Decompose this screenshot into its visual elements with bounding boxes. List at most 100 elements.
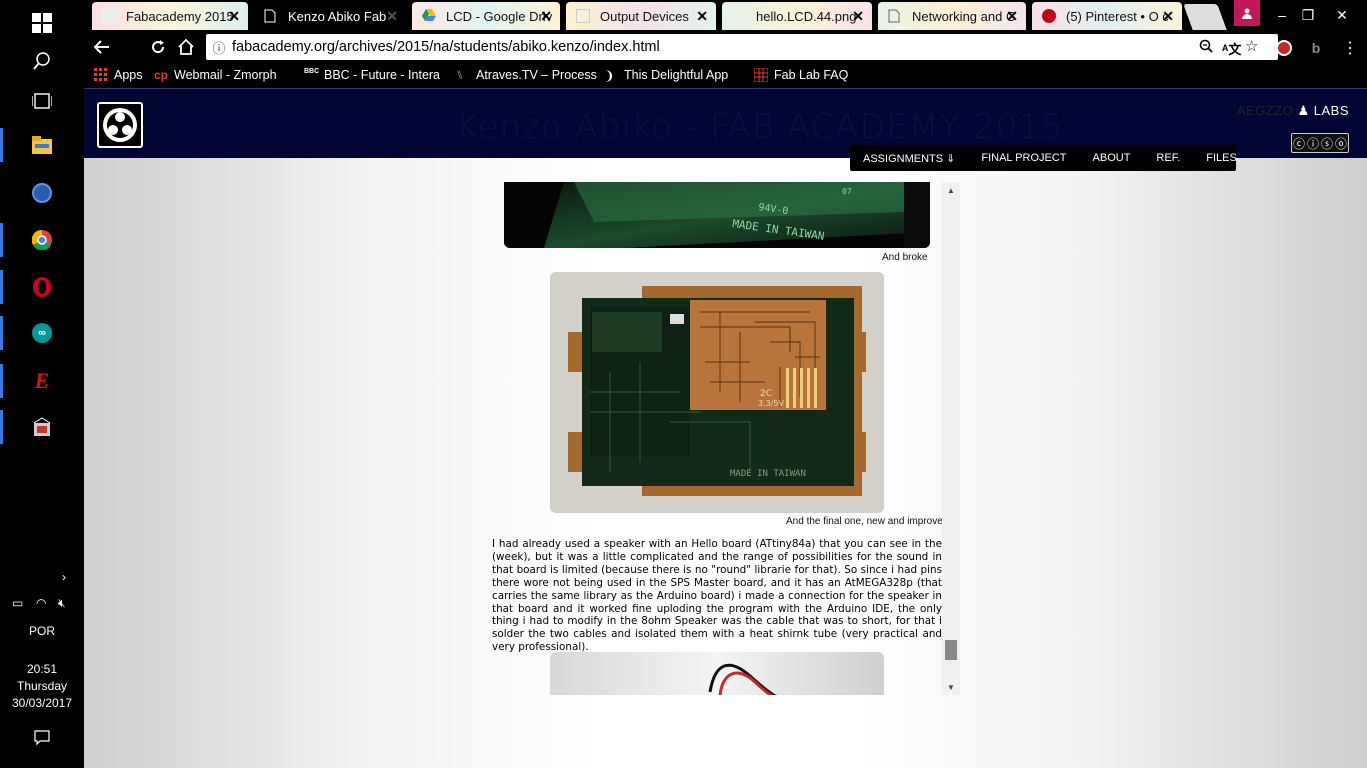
- bookmark-bbc[interactable]: BBC BBC - Future - Intera: [304, 66, 440, 84]
- url-text[interactable]: fabacademy.org/archives/2015/na/students…: [232, 39, 660, 55]
- close-icon[interactable]: ✕: [386, 8, 398, 25]
- pinterest-icon: [1042, 9, 1056, 23]
- bookmark-webmail[interactable]: cp Webmail - Zmorph: [154, 66, 277, 84]
- language-indicator[interactable]: POR: [0, 624, 84, 638]
- battery-icon[interactable]: ▭: [12, 596, 23, 610]
- web-page: Kenzo Abiko - FAB ACADEMY 2015 AEGZZO ♟ …: [84, 88, 1367, 768]
- google-drive-icon: [422, 9, 436, 23]
- eagle-icon[interactable]: E: [0, 358, 84, 404]
- reload-icon[interactable]: [145, 34, 171, 60]
- profile-icon[interactable]: [1234, 0, 1260, 26]
- close-window-button[interactable]: ✕: [1327, 0, 1357, 30]
- bookmark-atraves[interactable]: ⑊ Atraves.TV – Process: [456, 66, 597, 84]
- task-view-icon[interactable]: [0, 78, 84, 124]
- tab-networking[interactable]: Networking and C ✕: [878, 2, 1026, 30]
- app-stack-icon[interactable]: [0, 404, 84, 450]
- back-arrow-icon[interactable]: [89, 34, 115, 60]
- tab-hello-lcd[interactable]: hello.LCD.44.png ✕: [722, 2, 872, 30]
- wifi-icon[interactable]: ◠: [36, 596, 46, 610]
- info-icon[interactable]: ⓘ: [206, 38, 232, 57]
- tab-strip: Fabacademy 2015 ✕ Kenzo Abiko Fab ✕ LCD …: [84, 0, 1367, 30]
- bookmark-label: Fab Lab FAQ: [774, 68, 849, 82]
- cc-icon: ⓒ: [1292, 136, 1305, 151]
- image-caption: And broke: [882, 252, 928, 263]
- scroll-up-arrow-icon[interactable]: ▲: [942, 182, 960, 198]
- extension-lastpass-icon[interactable]: [1274, 38, 1294, 58]
- extension-bing-icon[interactable]: b: [1306, 38, 1326, 58]
- tab-output-devices[interactable]: Output Devices ✕: [566, 2, 716, 30]
- svg-text:2C: 2C: [760, 389, 772, 399]
- address-bar[interactable]: ⓘ fabacademy.org/archives/2015/na/studen…: [206, 34, 1278, 60]
- menu-files[interactable]: FILES: [1193, 152, 1250, 164]
- arduino-icon[interactable]: ∞: [0, 310, 84, 356]
- action-center-icon[interactable]: [0, 730, 84, 749]
- fablabs-logo[interactable]: AEGZZO ♟ LABS: [1237, 103, 1349, 119]
- nc-icon: ⓢ: [1320, 136, 1333, 151]
- volume-muted-icon[interactable]: 🔇︎: [58, 596, 66, 611]
- bbc-icon: BBC: [304, 68, 320, 75]
- home-icon[interactable]: [173, 34, 199, 60]
- tab-title: (5) Pinterest • O c: [1066, 8, 1169, 24]
- close-icon[interactable]: ✕: [228, 8, 240, 25]
- menu-about[interactable]: ABOUT: [1080, 152, 1144, 164]
- content-scrollbar[interactable]: ▲ ▼: [942, 182, 960, 695]
- chrome-menu-icon[interactable]: ⋮: [1340, 38, 1360, 58]
- close-icon[interactable]: ✕: [1162, 8, 1174, 25]
- restore-button[interactable]: ❐: [1293, 0, 1323, 30]
- navigation-toolbar: ⓘ fabacademy.org/archives/2015/na/studen…: [84, 30, 1367, 62]
- bookmark-label: BBC - Future - Intera: [324, 68, 441, 82]
- tab-title: Fabacademy 2015: [126, 8, 234, 24]
- article-paragraph: I had already used a speaker with an Hel…: [492, 538, 942, 654]
- svg-text:07: 07: [842, 187, 852, 196]
- tab-pinterest[interactable]: (5) Pinterest • O c ✕: [1032, 2, 1182, 30]
- file-explorer-icon[interactable]: [0, 122, 84, 168]
- bookmark-label: This Delightful App: [624, 68, 729, 82]
- tab-title: Kenzo Abiko Fab: [288, 8, 387, 24]
- clock-time[interactable]: 20:51: [0, 662, 84, 676]
- scrollbar-thumb[interactable]: [945, 640, 957, 660]
- opera-icon[interactable]: [0, 264, 84, 310]
- fab-academy-logo[interactable]: [97, 102, 143, 148]
- loading-arc-icon: ❩: [604, 69, 615, 83]
- page-icon: [264, 9, 278, 23]
- creative-commons-badge[interactable]: ⓒ ⓘ ⓢ ⓞ: [1291, 133, 1349, 153]
- scroll-down-arrow-icon[interactable]: ▼: [942, 679, 960, 695]
- tab-title: Networking and C: [912, 8, 1016, 24]
- image-caption: And the final one, new and improved: [786, 516, 949, 527]
- zoom-icon[interactable]: [1199, 39, 1213, 56]
- close-icon[interactable]: ✕: [852, 8, 864, 25]
- translate-icon[interactable]: ᴬ文: [1222, 39, 1241, 58]
- by-icon: ⓘ: [1306, 136, 1319, 151]
- close-icon[interactable]: ✕: [696, 8, 708, 25]
- speaker-photo: [550, 652, 884, 695]
- lcd-photo: 94V-0 MADE IN TAIWAN 07: [504, 182, 930, 248]
- site-menu: ASSIGNMENTS ⇓ FINAL PROJECT ABOUT REF. F…: [850, 145, 1237, 171]
- bookmark-delightful-app[interactable]: ❩ This Delightful App: [604, 66, 728, 84]
- tab-title: hello.LCD.44.png: [756, 8, 857, 24]
- chrome-icon[interactable]: [0, 217, 84, 263]
- close-icon[interactable]: ✕: [540, 8, 552, 25]
- tab-fabacademy[interactable]: Fabacademy 2015 ✕: [92, 2, 248, 30]
- clock-day[interactable]: Thursday: [0, 679, 84, 693]
- menu-ref[interactable]: REF.: [1143, 152, 1193, 164]
- menu-assignments[interactable]: ASSIGNMENTS ⇓: [850, 152, 968, 165]
- site-title: Kenzo Abiko - FAB ACADEMY 2015: [456, 107, 1064, 147]
- close-icon[interactable]: ✕: [1006, 8, 1018, 25]
- bookmark-fab-lab-faq[interactable]: Fab Lab FAQ: [753, 66, 849, 84]
- apps-grid-icon: [94, 68, 108, 82]
- zmorph-icon: cp: [154, 68, 169, 82]
- bookmark-label: Apps: [114, 68, 143, 82]
- bookmark-apps[interactable]: Apps: [94, 66, 143, 84]
- clock-date[interactable]: 30/03/2017: [0, 696, 84, 710]
- sa-icon: ⓞ: [1334, 136, 1347, 151]
- page-icon: [576, 9, 590, 23]
- grid-icon: [753, 67, 769, 83]
- new-tab-button[interactable]: [1183, 4, 1227, 30]
- thunderbird-icon[interactable]: [0, 170, 84, 216]
- menu-final-project[interactable]: FINAL PROJECT: [968, 152, 1079, 164]
- bookmark-star-icon[interactable]: ☆: [1245, 37, 1258, 55]
- pcb-board-photo: 2C 3.3/5V MADE IN TAIWAN: [550, 272, 884, 513]
- article-content: 94V-0 MADE IN TAIWAN 07 And broke 2C 3.3…: [490, 182, 960, 695]
- tab-kenzo-abiko[interactable]: Kenzo Abiko Fab ✕: [254, 2, 406, 30]
- tab-google-drive[interactable]: LCD - Google Driv ✕: [412, 2, 560, 30]
